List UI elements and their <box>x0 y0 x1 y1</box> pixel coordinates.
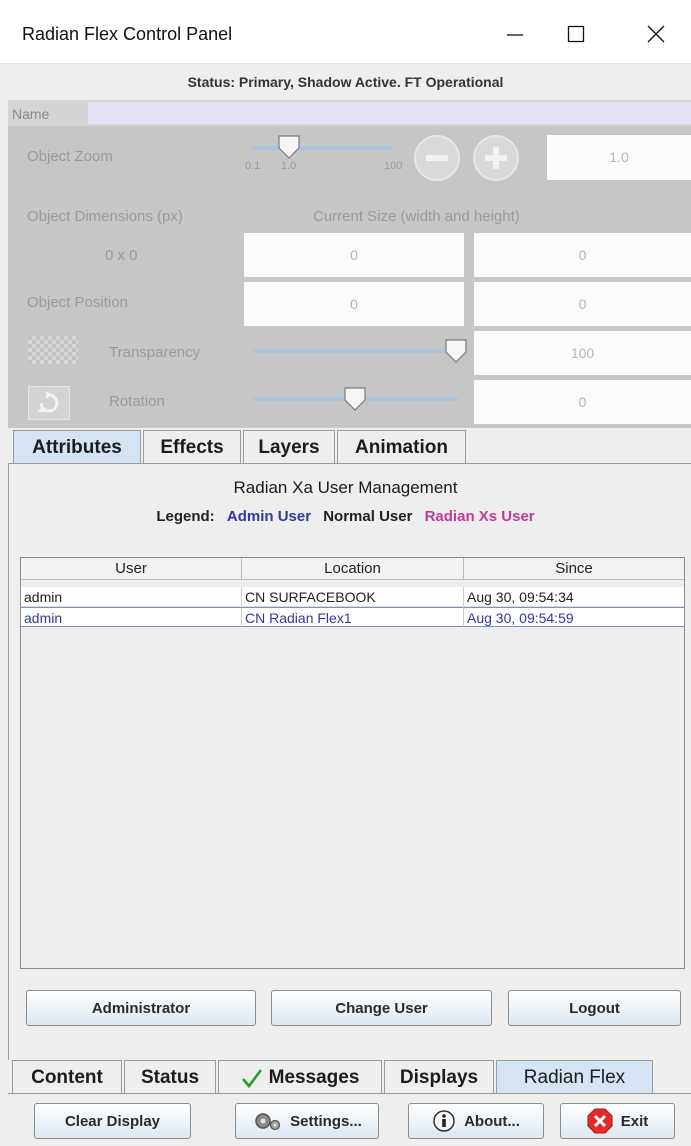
zoom-out-button[interactable] <box>414 135 460 181</box>
settings-button-label: Settings... <box>290 1112 362 1130</box>
rotation-value-field[interactable]: 0 <box>474 380 691 424</box>
legend-radian-xs-user: Radian Xs User <box>424 508 535 525</box>
exit-button[interactable]: Exit <box>560 1103 675 1139</box>
width-field[interactable]: 0 <box>244 233 464 277</box>
window-title: Radian Flex Control Panel <box>22 24 233 44</box>
dimensions-value: 0 x 0 <box>105 247 138 264</box>
close-button[interactable] <box>633 12 679 56</box>
rotate-button[interactable] <box>28 386 70 420</box>
tab-effects[interactable]: Effects <box>143 430 241 464</box>
minimize-icon <box>507 34 523 36</box>
table-cell-location[interactable]: CN SURFACEBOOK <box>242 587 464 607</box>
position-x-field[interactable]: 0 <box>244 282 464 326</box>
info-icon <box>433 1110 455 1132</box>
current-size-label: Current Size (width and height) <box>313 208 520 225</box>
plus-icon <box>485 147 507 169</box>
position-y-field[interactable]: 0 <box>474 282 691 326</box>
maximize-icon <box>567 25 585 43</box>
tab-status-label: Status <box>140 1066 200 1088</box>
tab-displays[interactable]: Displays <box>384 1060 494 1094</box>
logout-button[interactable]: Logout <box>508 990 681 1026</box>
gear-icon <box>255 1113 281 1131</box>
legend: Legend: Admin User Normal User Radian Xs… <box>0 508 691 525</box>
object-dimensions-label: Object Dimensions (px) <box>27 208 183 225</box>
zoom-tick-min: 0.1 <box>245 160 261 172</box>
tab-attributes[interactable]: Attributes <box>13 430 141 464</box>
zoom-tick-one: 1.0 <box>281 160 297 172</box>
object-zoom-label: Object Zoom <box>27 148 113 165</box>
rotation-slider-thumb[interactable] <box>343 386 367 412</box>
name-field[interactable] <box>88 102 691 124</box>
zoom-in-button[interactable] <box>473 135 519 181</box>
clear-display-button[interactable]: Clear Display <box>34 1103 191 1139</box>
checkmark-icon <box>241 1068 262 1088</box>
tab-messages-label: Messages <box>268 1066 360 1088</box>
administrator-button[interactable]: Administrator <box>26 990 256 1026</box>
user-management-title: Radian Xa User Management <box>233 478 458 497</box>
column-header-since[interactable]: Since <box>464 558 684 580</box>
exit-button-label: Exit <box>620 1112 649 1130</box>
legend-normal-user: Normal User <box>323 508 413 525</box>
tab-status[interactable]: Status <box>124 1060 216 1094</box>
name-label: Name <box>12 106 50 122</box>
table-cell-user[interactable]: admin <box>21 587 242 607</box>
transparency-slider-thumb[interactable] <box>444 338 468 364</box>
content-border <box>8 464 9 1060</box>
legend-admin-user: Admin User <box>226 508 312 525</box>
legend-label: Legend: <box>156 508 215 525</box>
settings-button[interactable]: Settings... <box>235 1103 379 1139</box>
table-cell-since[interactable]: Aug 30, 09:54:34 <box>464 587 684 607</box>
minus-icon <box>426 155 448 161</box>
zoom-slider-track[interactable] <box>252 146 392 150</box>
about-button-label: About... <box>464 1112 520 1130</box>
about-button[interactable]: About... <box>408 1103 544 1139</box>
bottom-tab-strip-line <box>8 1093 691 1094</box>
height-field[interactable]: 0 <box>474 233 691 277</box>
tab-radian-flex-label: Radian Flex <box>523 1066 626 1088</box>
transparency-value-field[interactable]: 100 <box>474 331 691 375</box>
transparency-label: Transparency <box>109 344 201 361</box>
object-position-label: Object Position <box>27 294 128 311</box>
tab-radian-flex[interactable]: Radian Flex <box>496 1060 653 1094</box>
tab-displays-label: Displays <box>399 1066 479 1088</box>
minimize-button[interactable] <box>492 12 538 56</box>
tab-content-label: Content <box>31 1066 103 1088</box>
transparency-slider-track[interactable] <box>253 349 458 353</box>
close-icon <box>647 25 665 43</box>
zoom-slider-thumb[interactable] <box>277 134 301 160</box>
tab-strip-line <box>8 463 691 464</box>
maximize-button[interactable] <box>553 12 599 56</box>
tab-layers[interactable]: Layers <box>243 430 335 464</box>
tab-content[interactable]: Content <box>12 1060 122 1094</box>
table-cell-location[interactable]: CN Radian Flex1 <box>242 607 464 627</box>
change-user-button[interactable]: Change User <box>271 990 492 1026</box>
exit-icon <box>587 1108 613 1134</box>
checkerboard-icon <box>28 336 78 364</box>
column-header-user[interactable]: User <box>21 558 242 580</box>
tab-messages[interactable]: Messages <box>218 1060 382 1094</box>
table-cell-user[interactable]: admin <box>21 607 242 627</box>
status-text: Status: Primary, Shadow Active. FT Opera… <box>187 74 504 90</box>
rotate-icon <box>37 391 59 413</box>
tab-animation[interactable]: Animation <box>337 430 466 464</box>
zoom-tick-max: 100 <box>384 160 403 172</box>
rotation-label: Rotation <box>109 393 165 410</box>
column-header-location[interactable]: Location <box>242 558 464 580</box>
zoom-value-field[interactable]: 1.0 <box>547 135 691 180</box>
table-cell-since[interactable]: Aug 30, 09:54:59 <box>464 607 684 627</box>
